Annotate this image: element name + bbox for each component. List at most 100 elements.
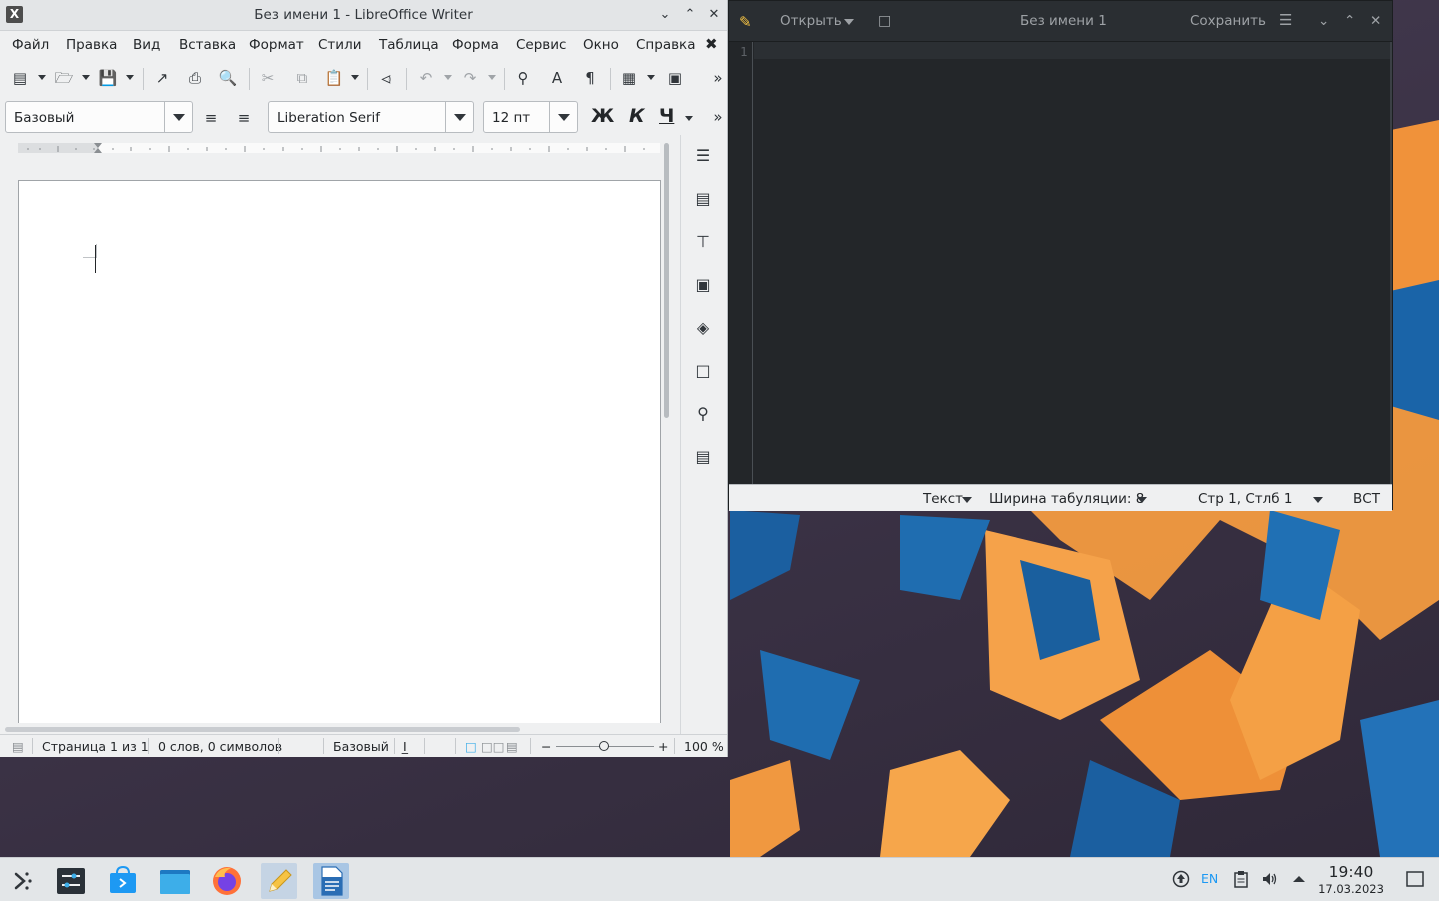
document-page[interactable] bbox=[18, 180, 661, 723]
menu-insert[interactable]: Вставка bbox=[179, 37, 236, 53]
writer-icon[interactable] bbox=[313, 863, 349, 899]
font-size-combo[interactable]: 12 пт bbox=[483, 101, 578, 133]
chevron-down-icon[interactable] bbox=[549, 102, 577, 132]
files-icon[interactable] bbox=[157, 863, 193, 899]
zoom-in-icon[interactable]: + bbox=[658, 739, 668, 754]
show-desktop-icon[interactable] bbox=[1405, 870, 1425, 892]
save-icon[interactable]: 💾 bbox=[98, 68, 118, 88]
zoom-level[interactable]: 100 % bbox=[684, 739, 724, 754]
underline-button[interactable]: Ч bbox=[659, 105, 674, 127]
zoom-out-icon[interactable]: − bbox=[541, 739, 551, 754]
undo-icon[interactable]: ↶ bbox=[416, 68, 436, 88]
minimize-icon[interactable]: ⌄ bbox=[1318, 13, 1329, 29]
cut-icon[interactable]: ✂ bbox=[258, 68, 278, 88]
discover-icon[interactable] bbox=[105, 863, 141, 899]
editor-headerbar[interactable]: ✎ Открыть □ Без имени 1 Сохранить ☰ ⌄ ⌃ … bbox=[729, 1, 1392, 42]
menu-help[interactable]: Справка bbox=[636, 37, 695, 53]
chevron-down-icon[interactable] bbox=[962, 497, 972, 503]
cursor-position-button[interactable]: Стр 1, Стлб 1 bbox=[1198, 491, 1292, 507]
print-icon[interactable]: ⎙ bbox=[185, 68, 205, 88]
more-formatting-icon[interactable]: » bbox=[708, 107, 728, 127]
language-icon[interactable]: I̲ bbox=[403, 739, 407, 754]
horizontal-ruler[interactable] bbox=[18, 141, 660, 155]
word-count[interactable]: 0 слов, 0 символов bbox=[158, 739, 282, 754]
book-view-icon[interactable]: ▤ bbox=[506, 739, 518, 754]
menu-format[interactable]: Формат bbox=[249, 37, 304, 53]
document-area[interactable] bbox=[0, 160, 670, 723]
redo-icon[interactable]: ↷ bbox=[460, 68, 480, 88]
italic-button[interactable]: К bbox=[629, 105, 645, 127]
multi-page-view-icon[interactable]: □□ bbox=[481, 739, 505, 754]
digital-clock[interactable]: 19:40 17.03.2023 bbox=[1318, 863, 1384, 896]
close-icon[interactable]: ✕ bbox=[1370, 13, 1381, 29]
menu-styles[interactable]: Стили bbox=[318, 37, 361, 53]
chevron-down-icon[interactable] bbox=[1313, 497, 1323, 503]
vertical-scrollbar[interactable] bbox=[664, 143, 669, 418]
syntax-mode-button[interactable]: Текст bbox=[923, 491, 963, 507]
new-dropdown-icon[interactable] bbox=[38, 75, 46, 80]
menu-form[interactable]: Форма bbox=[452, 37, 499, 53]
clone-formatting-icon[interactable]: ⏿ bbox=[376, 68, 396, 88]
menu-table[interactable]: Таблица bbox=[379, 37, 439, 53]
menu-edit[interactable]: Правка bbox=[66, 37, 117, 53]
update-style-icon[interactable]: ≡ bbox=[201, 108, 221, 128]
close-document-icon[interactable]: ✖ bbox=[705, 35, 718, 53]
paste-dropdown-icon[interactable] bbox=[351, 75, 359, 80]
save-dropdown-icon[interactable] bbox=[126, 75, 134, 80]
firefox-icon[interactable] bbox=[209, 863, 245, 899]
gallery-icon[interactable]: ▣ bbox=[693, 275, 713, 295]
new-document-icon[interactable]: ▤ bbox=[10, 68, 30, 88]
open-folder-icon[interactable]: 🗁 bbox=[54, 68, 74, 88]
find-replace-icon[interactable]: ⚲ bbox=[513, 68, 533, 88]
minimize-icon[interactable]: ⌄ bbox=[656, 6, 674, 24]
horizontal-scrollbar[interactable] bbox=[5, 727, 520, 732]
open-dropdown-icon[interactable] bbox=[82, 75, 90, 80]
chevron-down-icon[interactable] bbox=[445, 102, 473, 132]
underline-dropdown-icon[interactable] bbox=[685, 116, 693, 121]
manage-changes-icon[interactable]: ▤ bbox=[693, 447, 713, 467]
new-tab-icon[interactable]: □ bbox=[878, 13, 891, 29]
app-menu-icon[interactable] bbox=[5, 863, 41, 899]
save-button[interactable]: Сохранить bbox=[1190, 13, 1266, 29]
volume-icon[interactable] bbox=[1261, 870, 1279, 892]
undo-dropdown-icon[interactable] bbox=[444, 75, 452, 80]
tray-expand-icon[interactable] bbox=[1291, 870, 1307, 892]
updates-icon[interactable] bbox=[1172, 870, 1190, 892]
page-style-icon[interactable]: □ bbox=[693, 361, 713, 381]
formatting-marks-icon[interactable]: ¶ bbox=[580, 68, 600, 88]
document-modified-icon[interactable]: ▤ bbox=[12, 739, 24, 754]
menu-tools[interactable]: Сервис bbox=[516, 37, 566, 53]
writer-titlebar[interactable]: X Без имени 1 - LibreOffice Writer ⌄ ⌃ ✕ bbox=[0, 0, 727, 31]
spelling-icon[interactable]: A bbox=[547, 68, 567, 88]
close-icon[interactable]: ✕ bbox=[705, 6, 723, 24]
properties-icon[interactable]: ▤ bbox=[693, 189, 713, 209]
chevron-down-icon[interactable] bbox=[1137, 497, 1147, 503]
keyboard-layout-indicator[interactable]: EN bbox=[1201, 871, 1218, 886]
insert-table-icon[interactable]: ▦ bbox=[619, 68, 639, 88]
open-dropdown-icon[interactable] bbox=[844, 19, 854, 25]
chevron-down-icon[interactable] bbox=[164, 102, 192, 132]
editor-scrollbar[interactable] bbox=[1390, 42, 1392, 485]
menu-window[interactable]: Окно bbox=[583, 37, 619, 53]
single-page-view-icon[interactable]: □ bbox=[465, 739, 477, 754]
menu-view[interactable]: Вид bbox=[133, 37, 160, 53]
paragraph-style-combo[interactable]: Базовый bbox=[5, 101, 193, 133]
insert-mode-indicator[interactable]: ВСТ bbox=[1353, 491, 1380, 507]
bold-button[interactable]: Ж bbox=[591, 105, 614, 127]
editor-text-area[interactable] bbox=[754, 42, 1392, 485]
open-button[interactable]: Открыть bbox=[780, 13, 842, 29]
tab-width-button[interactable]: Ширина табуляции: 8 bbox=[989, 491, 1144, 507]
insert-image-icon[interactable]: ▣ bbox=[665, 68, 685, 88]
paste-icon[interactable]: 📋 bbox=[324, 68, 344, 88]
style-inspector-icon[interactable]: ⚲ bbox=[693, 404, 713, 424]
system-settings-icon[interactable] bbox=[53, 863, 89, 899]
table-dropdown-icon[interactable] bbox=[647, 75, 655, 80]
redo-dropdown-icon[interactable] bbox=[488, 75, 496, 80]
print-preview-icon[interactable]: 🔍 bbox=[218, 68, 238, 88]
export-icon[interactable]: ↗ bbox=[152, 68, 172, 88]
page-count[interactable]: Страница 1 из 1 bbox=[42, 739, 149, 754]
text-editor-icon[interactable] bbox=[261, 863, 297, 899]
copy-icon[interactable]: ⧉ bbox=[292, 68, 312, 88]
font-name-combo[interactable]: Liberation Serif bbox=[268, 101, 474, 133]
more-tools-icon[interactable]: » bbox=[708, 68, 728, 88]
